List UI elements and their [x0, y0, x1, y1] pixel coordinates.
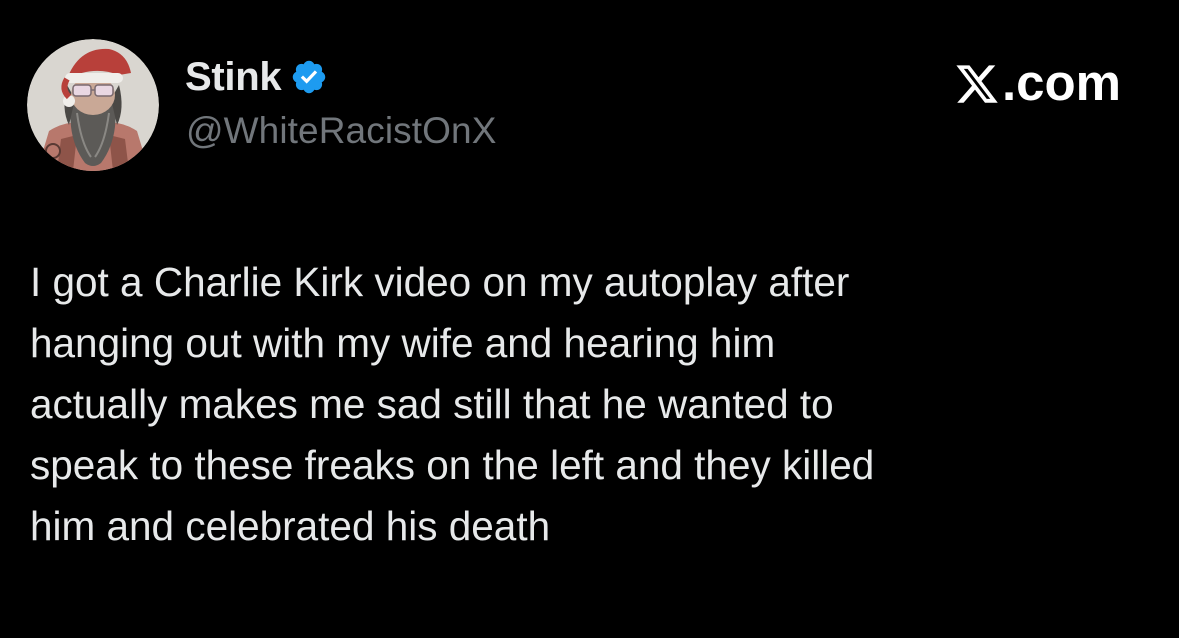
tweet-text-line: I got a Charlie Kirk video on my autopla…	[30, 259, 850, 305]
tweet-text-line: hanging out with my wife and hearing him	[30, 320, 776, 366]
avatar[interactable]	[27, 39, 159, 171]
site-label[interactable]: .com	[954, 53, 1121, 112]
author-name-row[interactable]: Stink	[185, 52, 328, 102]
x-logo-icon	[954, 60, 1000, 106]
author-display-name[interactable]: Stink	[185, 55, 282, 100]
tweet-text-line: actually makes me sad still that he want…	[30, 381, 834, 427]
tweet-text: I got a Charlie Kirk video on my autopla…	[30, 252, 1140, 557]
avatar-image	[27, 39, 159, 171]
site-domain-text: .com	[1001, 54, 1121, 111]
author-handle[interactable]: @WhiteRacistOnX	[186, 110, 496, 152]
tweet-text-line: speak to these freaks on the left and th…	[30, 442, 875, 488]
tweet-text-line: him and celebrated his death	[30, 503, 551, 549]
verified-badge-icon	[290, 58, 328, 96]
